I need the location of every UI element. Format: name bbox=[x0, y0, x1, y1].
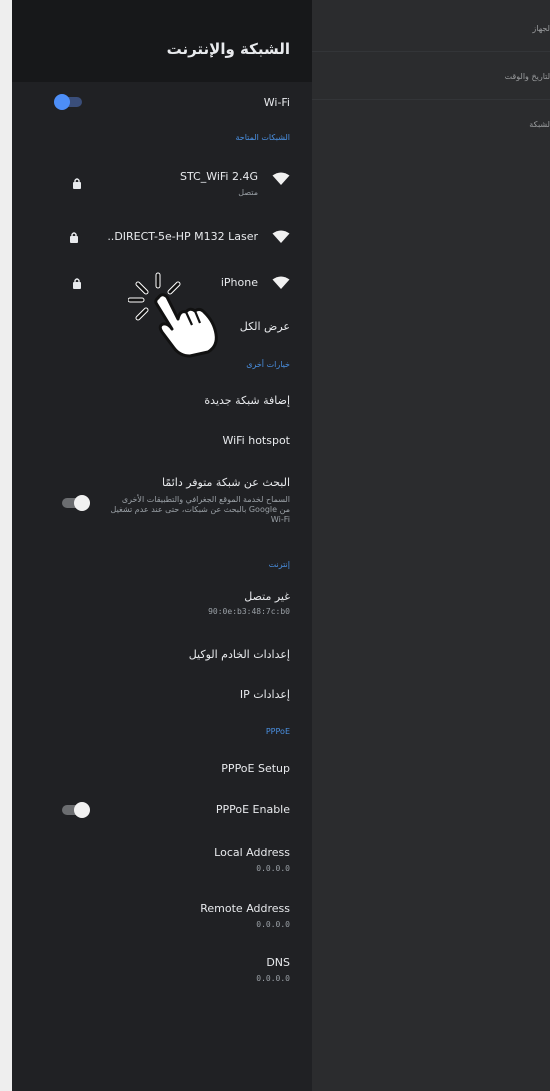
dns-value: 0.0.0.0 bbox=[256, 974, 290, 983]
ip-settings-label: إعدادات IP bbox=[239, 688, 290, 701]
network-settings-panel: الشبكة والإنترنت Wi-Fi الشبكات المتاحة S… bbox=[12, 0, 312, 1091]
page-title: الشبكة والإنترنت bbox=[166, 40, 290, 58]
pppoe-enable-label: PPPoE Enable bbox=[215, 803, 290, 816]
mac-address: 90:0e:b3:48:7c:b0 bbox=[208, 607, 290, 616]
menu-item-label: لشبكة bbox=[529, 120, 550, 129]
network-item[interactable]: STC_WiFi 2.4G متصل bbox=[12, 164, 290, 204]
internet-status-item[interactable]: غير متصل 90:0e:b3:48:7c:b0 bbox=[12, 586, 290, 622]
available-networks-section: الشبكات المتاحة bbox=[235, 133, 290, 142]
scanning-always-available-item[interactable]: البحث عن شبكة متوفر دائمًا السماح لخدمة … bbox=[12, 472, 290, 542]
dns-item[interactable]: DNS 0.0.0.0 bbox=[12, 952, 290, 988]
scanning-desc-line2: من Google بالبحث عن شبكات، حتى عند عدم ت… bbox=[110, 505, 290, 514]
internet-section: إنترنت bbox=[268, 560, 290, 569]
settings-menu-panel: لجهاز لتاريخ والوقت لشبكة bbox=[312, 0, 550, 1091]
dns-label: DNS bbox=[266, 956, 290, 969]
scanning-toggle[interactable] bbox=[62, 495, 90, 511]
wifi-hotspot-item[interactable]: WiFi hotspot bbox=[12, 430, 290, 452]
wifi-toggle-row[interactable]: Wi-Fi bbox=[12, 92, 290, 112]
remote-address-item[interactable]: Remote Address 0.0.0.0 bbox=[12, 898, 290, 934]
remote-address-value: 0.0.0.0 bbox=[256, 920, 290, 929]
pppoe-enable-item[interactable]: PPPoE Enable bbox=[12, 799, 290, 821]
proxy-settings-label: إعدادات الخادم الوكيل bbox=[188, 648, 290, 661]
background-strip bbox=[0, 0, 12, 1091]
scanning-title: البحث عن شبكة متوفر دائمًا bbox=[161, 476, 290, 489]
tap-hand-icon bbox=[128, 272, 218, 358]
lock-icon bbox=[73, 178, 81, 189]
wifi-label: Wi-Fi bbox=[263, 96, 290, 109]
menu-item-label: لتاريخ والوقت bbox=[504, 72, 550, 81]
menu-item-date-time[interactable]: لتاريخ والوقت bbox=[312, 52, 550, 100]
internet-status: غير متصل bbox=[244, 590, 290, 603]
wifi-signal-icon bbox=[272, 172, 290, 185]
ip-settings-item[interactable]: إعدادات IP bbox=[12, 684, 290, 706]
wifi-signal-icon bbox=[272, 276, 290, 289]
wifi-hotspot-label: WiFi hotspot bbox=[222, 434, 290, 447]
local-address-item[interactable]: Local Address 0.0.0.0 bbox=[12, 842, 290, 878]
wifi-signal-icon bbox=[272, 230, 290, 243]
local-address-label: Local Address bbox=[214, 846, 290, 859]
scanning-desc-line1: السماح لخدمة الموقع الجغرافي والتطبيقات … bbox=[121, 495, 290, 504]
network-item[interactable]: DIRECT-5e-HP M132 Laser.. bbox=[12, 224, 290, 254]
other-options-section: خيارات أخرى bbox=[246, 360, 290, 369]
pppoe-section: PPPoE bbox=[265, 727, 290, 736]
menu-item-network[interactable]: لشبكة bbox=[312, 100, 550, 148]
network-ssid: DIRECT-5e-HP M132 Laser.. bbox=[107, 230, 258, 243]
pppoe-enable-toggle[interactable] bbox=[62, 802, 90, 818]
wifi-toggle[interactable] bbox=[54, 94, 82, 110]
lock-icon bbox=[70, 232, 78, 243]
pppoe-setup-item[interactable]: PPPoE Setup bbox=[12, 758, 290, 780]
menu-item-label: لجهاز bbox=[532, 24, 550, 33]
network-ssid: iPhone bbox=[220, 276, 258, 289]
lock-icon bbox=[73, 278, 81, 289]
local-address-value: 0.0.0.0 bbox=[256, 864, 290, 873]
network-ssid: STC_WiFi 2.4G bbox=[179, 170, 258, 183]
menu-item-device[interactable]: لجهاز bbox=[312, 4, 550, 52]
see-all-label: عرض الكل bbox=[239, 320, 290, 333]
proxy-settings-item[interactable]: إعدادات الخادم الوكيل bbox=[12, 644, 290, 666]
panel-header: الشبكة والإنترنت bbox=[12, 0, 312, 82]
remote-address-label: Remote Address bbox=[200, 902, 290, 915]
pppoe-setup-label: PPPoE Setup bbox=[221, 762, 290, 775]
add-network-item[interactable]: إضافة شبكة جديدة bbox=[12, 390, 290, 412]
scanning-desc-line3: Wi-Fi bbox=[270, 515, 290, 524]
add-network-label: إضافة شبكة جديدة bbox=[204, 394, 290, 407]
network-status: متصل bbox=[238, 188, 258, 197]
